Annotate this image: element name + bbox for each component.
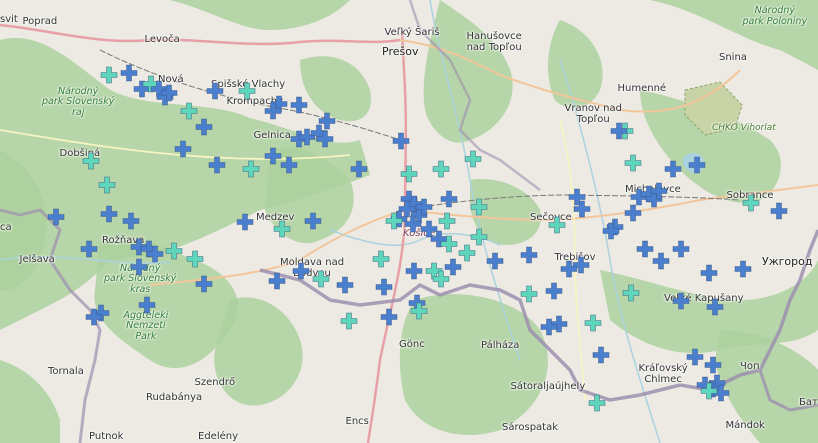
place-label: Veľký Šariš — [384, 27, 440, 38]
place-label: svit — [0, 14, 18, 25]
place-label: Szendrő — [194, 377, 236, 388]
map-view[interactable]: Poprad svit Levoča Veľký Šariš Prešov Hanušov… — [0, 0, 818, 443]
place-label: Mándok — [725, 420, 765, 431]
place-label: Rudabánya — [146, 392, 203, 403]
place-label: Aggteleki Nemzeti Park — [123, 309, 169, 343]
place-label: Encs — [345, 416, 369, 427]
place-label: Hanušovce nad Topľou — [466, 30, 522, 54]
place-label: Pálháza — [481, 340, 520, 351]
place-label: Prešov — [382, 44, 419, 58]
place-label: Poprad — [22, 16, 58, 27]
place-label: Snina — [719, 52, 747, 63]
place-label: Бат — [799, 397, 818, 408]
place-label: Чоп — [740, 361, 760, 372]
place-label: Kráľovský Chlmec — [638, 362, 688, 386]
place-label: Humenné — [617, 83, 667, 94]
place-label: Putnok — [89, 431, 124, 442]
place-label: Sárospatak — [502, 422, 559, 433]
place-label: Edelény — [198, 431, 239, 442]
place-label: Národný park Poloniny — [742, 5, 808, 27]
place-label: Levoča — [144, 34, 180, 45]
place-label: Gelnica — [253, 130, 291, 141]
place-label: Jelšava — [19, 254, 55, 265]
place-label: ca — [0, 222, 12, 233]
place-label: CHKO Vihorlat — [712, 123, 776, 133]
place-label: Ужгород — [762, 254, 813, 268]
place-label: Tornala — [48, 366, 84, 377]
place-label: Národný park Slovenský raj — [42, 85, 115, 119]
place-label: Sátoraljaújhely — [510, 381, 586, 392]
place-label: Gönc — [399, 339, 425, 350]
